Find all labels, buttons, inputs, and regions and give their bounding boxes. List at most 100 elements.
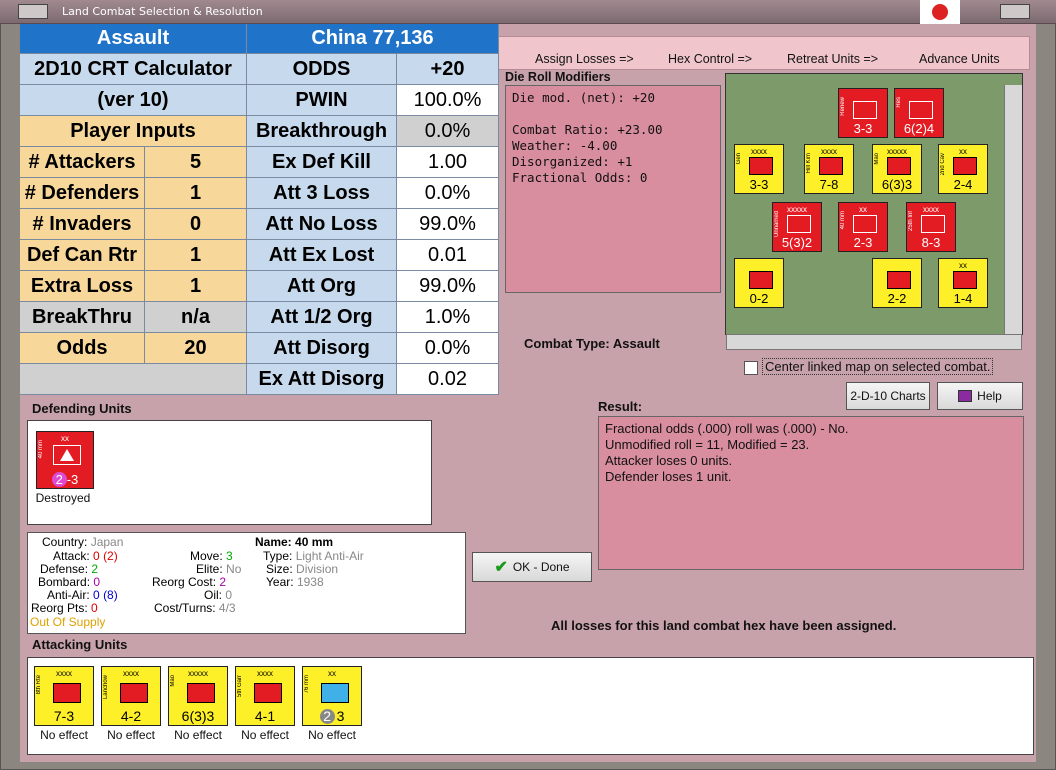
map-horizontal-scrollbar[interactable] xyxy=(726,334,1022,350)
output-label: Att 1/2 Org xyxy=(247,302,397,333)
unit-symbol-icon xyxy=(953,271,977,289)
calc-version: (ver 10) xyxy=(20,85,247,116)
center-map-checkbox[interactable] xyxy=(744,361,758,375)
input-value[interactable]: 1 xyxy=(145,240,247,271)
map-unit-counter[interactable]: Renew 3-3 xyxy=(838,88,888,138)
counter-strength: 6(3)3 xyxy=(881,177,913,192)
counter-strength: 5(3)2 xyxy=(781,235,813,250)
bombard-label: Bombard: xyxy=(38,575,91,589)
country-label: Country: xyxy=(42,535,88,549)
attacking-unit-counter[interactable]: xxxx Lanchow 4-2 xyxy=(101,666,161,726)
antiair-paren: (8) xyxy=(103,588,118,602)
attacking-unit-counter[interactable]: xxxx 8th Rte 7-3 xyxy=(34,666,94,726)
die-roll-title: Die Roll Modifiers xyxy=(505,70,611,84)
result-line: Fractional odds (.000) roll was (.000) -… xyxy=(605,421,849,436)
result-line: Defender loses 1 unit. xyxy=(605,469,732,484)
output-label: PWIN xyxy=(247,85,397,116)
help-button[interactable]: Help xyxy=(937,382,1023,410)
counter-strength: 3-3 xyxy=(853,121,873,136)
map-unit-counter[interactable]: Res 6(2)4 xyxy=(894,88,944,138)
losses-assigned-message: All losses for this land combat hex have… xyxy=(551,618,897,633)
linked-map[interactable]: Renew 3-3 Res 6(2)4 xxxx Gen 3-3 xxxx Hill Kim 7-… xyxy=(725,73,1023,335)
attack-paren: (2) xyxy=(103,549,118,563)
ok-done-button[interactable]: ✔ OK - Done xyxy=(472,552,592,582)
year-label: Year: xyxy=(266,575,294,589)
attacking-unit-counter[interactable]: xxxx 5th Garr 4-1 xyxy=(235,666,295,726)
combat-type: Combat Type: Assault xyxy=(524,336,660,351)
unit-symbol-icon xyxy=(953,157,977,175)
map-unit-counter[interactable]: 2-2 xyxy=(872,258,922,308)
map-unit-counter[interactable]: xxxxx Mao 6(3)3 xyxy=(872,144,922,194)
map-unit-counter[interactable]: xxxx Gen 3-3 xyxy=(734,144,784,194)
system-menu-button[interactable] xyxy=(18,4,48,19)
die-roll-line: Die mod. (net): +20 xyxy=(512,90,655,105)
output-value: +20 xyxy=(397,54,499,85)
counter-name: Res xyxy=(896,97,902,108)
attacking-unit-counter[interactable]: xxxxx Mao 6(3)3 xyxy=(168,666,228,726)
defending-unit-counter[interactable]: xx 40 mm 2 -3 xyxy=(36,431,94,489)
output-value: 0.01 xyxy=(397,240,499,271)
close-window-button[interactable] xyxy=(1000,4,1030,19)
charts-button[interactable]: 2-D-10 Charts xyxy=(846,382,930,410)
map-unit-counter[interactable]: xxxx Hill Kim 7-8 xyxy=(804,144,854,194)
output-value: 0.0% xyxy=(397,116,499,147)
map-unit-counter[interactable]: xx 2nd Cav 2-4 xyxy=(938,144,988,194)
assign-losses-link[interactable]: Assign Losses => xyxy=(535,52,634,66)
size-value: Division xyxy=(296,562,339,576)
map-unit-counter[interactable]: 0-2 xyxy=(734,258,784,308)
map-unit-counter[interactable]: xxxx 25th Inf 8-3 xyxy=(906,202,956,252)
output-label: ODDS xyxy=(247,54,397,85)
elite-label: Elite: xyxy=(196,562,223,576)
input-value[interactable]: 1 xyxy=(145,271,247,302)
map-unit-counter[interactable]: xx 40 mm 2-3 xyxy=(838,202,888,252)
cost-turns-label: Cost/Turns: xyxy=(154,601,216,615)
output-label: Att 3 Loss xyxy=(247,178,397,209)
advance-units-link[interactable]: Advance Units xyxy=(919,52,1000,66)
rising-sun-flag-icon xyxy=(920,0,960,24)
input-label: Odds xyxy=(20,333,145,364)
input-label: # Defenders xyxy=(20,178,145,209)
move-label: Move: xyxy=(190,549,223,563)
input-value[interactable]: 1 xyxy=(145,178,247,209)
map-unit-counter[interactable]: xxxxx Unnamed 5(3)2 xyxy=(772,202,822,252)
strength-value: 3 xyxy=(336,708,345,724)
output-value: 0.0% xyxy=(397,178,499,209)
defending-unit-status: Destroyed xyxy=(35,491,91,505)
retreat-units-link[interactable]: Retreat Units => xyxy=(787,52,878,66)
map-unit-counter[interactable]: xx 1-4 xyxy=(938,258,988,308)
hex-control-link[interactable]: Hex Control => xyxy=(668,52,752,66)
phase-toolbar: Assign Losses => Hex Control => Retreat … xyxy=(498,36,1030,70)
counter-strength: 3-3 xyxy=(749,177,769,192)
antiair-label: Anti-Air: xyxy=(47,588,90,602)
attacking-units-panel: xxxx 8th Rte 7-3 No effect xxxx Lanchow 4-2 No … xyxy=(27,657,1034,755)
center-map-label[interactable]: Center linked map on selected combat. xyxy=(762,358,994,375)
input-value[interactable]: 20 xyxy=(145,333,247,364)
counter-size: xxxx xyxy=(257,669,273,678)
window-title: Land Combat Selection & Resolution xyxy=(62,5,263,18)
defense-value: 2 xyxy=(91,562,99,576)
input-value[interactable]: n/a xyxy=(145,302,247,333)
counter-size: xxxxx xyxy=(188,669,208,678)
attacking-unit-status: No effect xyxy=(40,728,88,742)
output-value: 0.0% xyxy=(397,333,499,364)
defending-units-title: Defending Units xyxy=(32,401,132,416)
counter-name: Gen xyxy=(736,153,742,165)
unit-symbol-icon xyxy=(921,215,945,233)
counter-strength: 4-2 xyxy=(120,708,142,724)
counter-size: xxxx xyxy=(123,669,139,678)
attacking-unit-counter[interactable]: xx 76 mm 2 3 xyxy=(302,666,362,726)
input-label: Extra Loss xyxy=(20,271,145,302)
move-value: 3 xyxy=(226,549,233,563)
unit-symbol-icon xyxy=(749,271,773,289)
attacking-unit-status: No effect xyxy=(107,728,155,742)
combat-type-label: Combat Type: xyxy=(524,336,610,351)
output-label: Att Disorg xyxy=(247,333,397,364)
counter-strength: 2-2 xyxy=(887,291,907,306)
map-vertical-scrollbar[interactable] xyxy=(1004,85,1022,335)
result-title: Result: xyxy=(598,399,643,414)
input-value[interactable]: 5 xyxy=(145,147,247,178)
ok-done-label: OK - Done xyxy=(512,560,570,574)
input-value[interactable]: 0 xyxy=(145,209,247,240)
help-book-icon xyxy=(958,390,973,402)
infantry-symbol-icon xyxy=(120,683,148,703)
